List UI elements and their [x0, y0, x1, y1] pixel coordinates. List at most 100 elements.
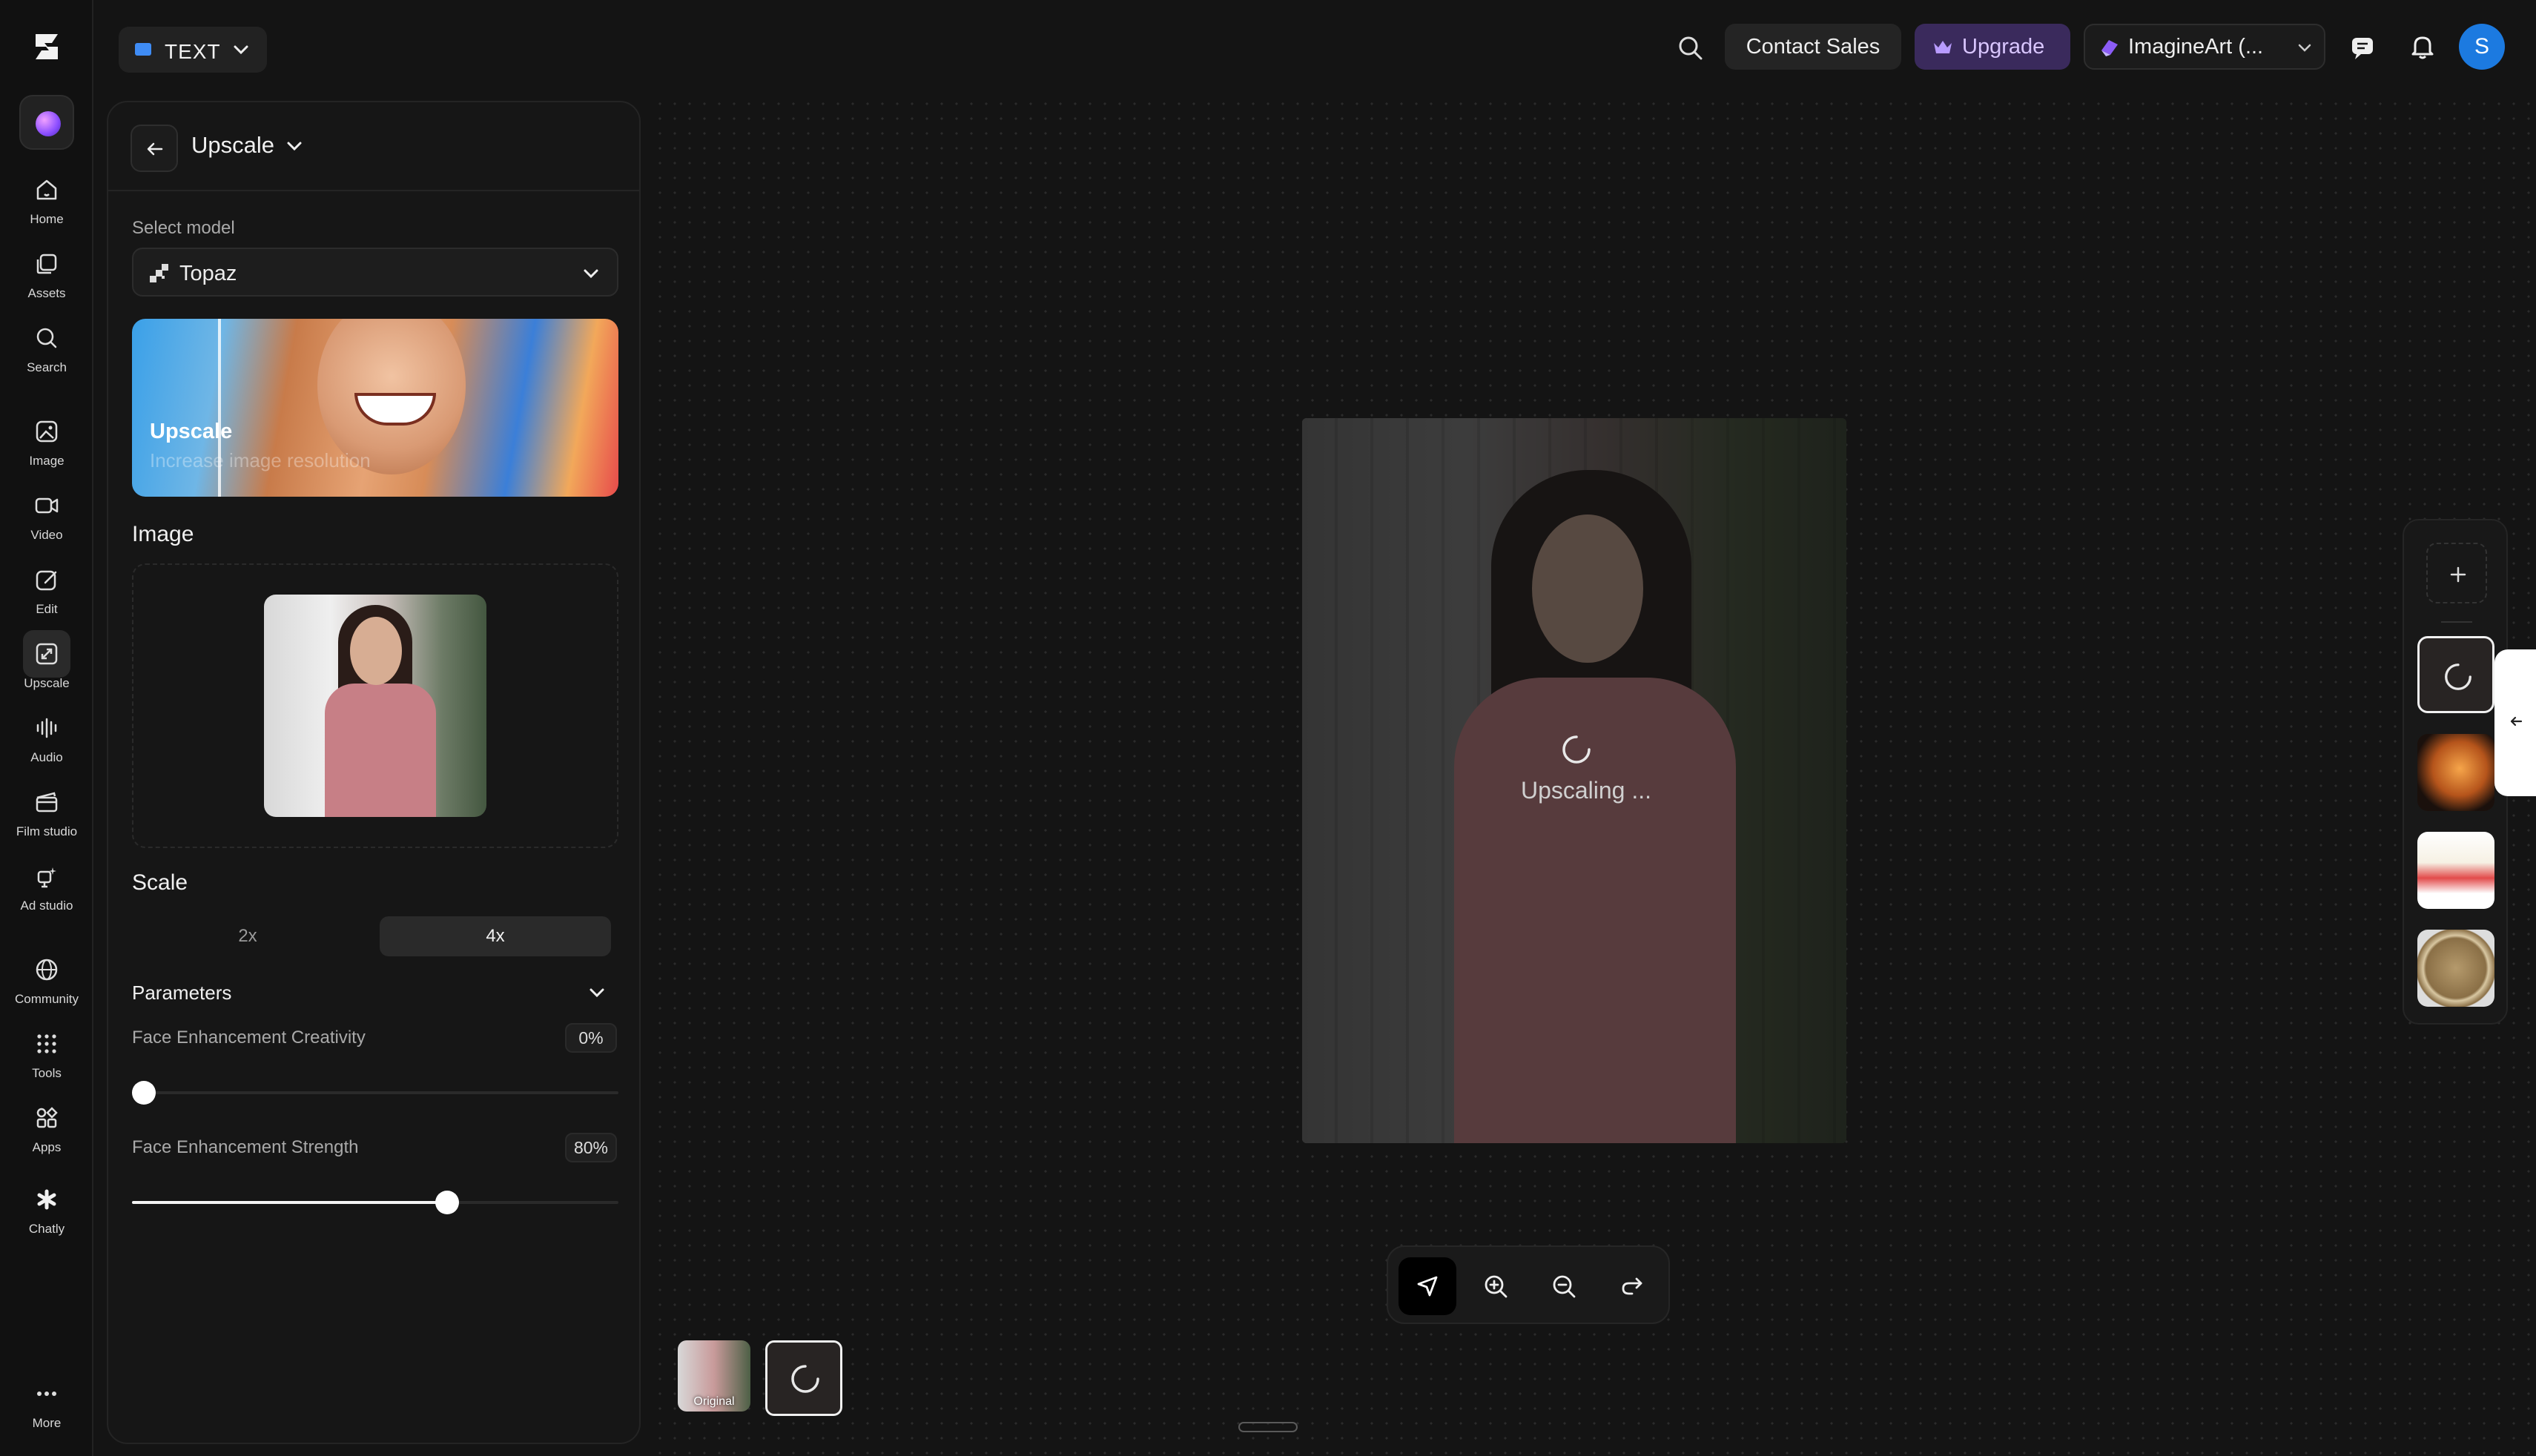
nav-item-apps[interactable]: Apps [0, 1103, 93, 1171]
chevron-down-icon [234, 45, 248, 55]
slider-fill [132, 1201, 447, 1204]
nav-item-video[interactable]: Video [0, 491, 93, 559]
apps-icon [36, 1107, 58, 1128]
upscale-panel: Upscale Select model Topaz Upscale Incre… [107, 101, 641, 1444]
loading-spinner-icon [1562, 735, 1591, 764]
nav-item-search[interactable]: Search [0, 323, 93, 391]
nav-item-edit[interactable]: Edit [0, 565, 93, 633]
nav-label: Audio [30, 750, 63, 764]
workspace-logo-icon [2101, 40, 2118, 56]
add-asset-button[interactable] [2426, 543, 2487, 603]
back-button[interactable] [131, 125, 178, 172]
nav-label: Upscale [24, 676, 70, 690]
upgrade-label: Upgrade [1962, 35, 2045, 59]
arrow-left-icon [2510, 716, 2523, 727]
history-thumb-original[interactable]: Original [678, 1340, 750, 1412]
nav-item-film-studio[interactable]: Film studio [0, 787, 93, 856]
user-avatar[interactable]: S [2459, 24, 2505, 70]
image-icon [36, 420, 58, 443]
left-nav: Home Assets Search Image Video Edit Upsc… [0, 0, 93, 1456]
scale-option-2x[interactable]: 2x [132, 916, 363, 956]
nav-item-home[interactable]: Home [0, 175, 93, 243]
rail-thumb-emblem[interactable] [2417, 930, 2494, 1007]
model-avatar-button[interactable] [19, 95, 74, 150]
chevron-down-icon [584, 269, 598, 279]
edit-icon [36, 570, 57, 591]
scale-label: Scale [132, 870, 188, 895]
parameters-label[interactable]: Parameters [132, 982, 231, 1005]
zoom-out-icon [1553, 1275, 1576, 1298]
nav-item-tools[interactable]: Tools [0, 1029, 93, 1097]
audio-icon [36, 718, 57, 738]
globe-icon [36, 959, 58, 981]
scale-option-4x[interactable]: 4x [380, 916, 611, 956]
nav-item-audio[interactable]: Audio [0, 713, 93, 781]
model-select[interactable]: Topaz [132, 248, 618, 297]
search-icon[interactable] [1674, 32, 1707, 64]
collapse-rail-tab[interactable] [2494, 649, 2536, 796]
nav-label: Image [29, 454, 65, 468]
input-image-thumbnail[interactable] [264, 595, 486, 817]
slider-value: 80% [565, 1133, 617, 1162]
arrow-left-icon [147, 142, 163, 156]
thumb-head [350, 617, 402, 685]
crown-icon [1934, 41, 1952, 53]
nav-item-chatly[interactable]: Chatly [0, 1185, 93, 1253]
zoom-in-icon [1485, 1275, 1508, 1298]
panel-title[interactable]: Upscale [191, 132, 274, 159]
upscale-banner: Upscale Increase image resolution [132, 319, 618, 497]
bell-icon[interactable] [2407, 31, 2438, 62]
project-selector[interactable]: TEXT [119, 27, 267, 73]
banner-title: Upscale [150, 420, 233, 443]
history-thumb-upscaling[interactable] [765, 1340, 842, 1416]
contact-sales-button[interactable]: Contact Sales [1725, 24, 1901, 70]
strength-slider[interactable] [132, 1191, 618, 1214]
nav-label: Assets [27, 286, 66, 300]
chevron-down-icon[interactable] [586, 982, 608, 1004]
zoom-in-button[interactable] [1467, 1257, 1525, 1315]
workspace-selector[interactable]: ImagineArt (... [2084, 24, 2325, 70]
chat-icon[interactable] [2348, 33, 2377, 62]
nav-label: Film studio [16, 824, 78, 838]
rail-thumb-upscaling[interactable] [2417, 636, 2494, 713]
nav-item-ad-studio[interactable]: Ad studio [0, 861, 93, 930]
select-model-label: Select model [132, 218, 235, 238]
select-tool-button[interactable] [1399, 1257, 1456, 1315]
redo-button[interactable] [1603, 1257, 1661, 1315]
app-logo-icon[interactable] [28, 28, 65, 65]
zoom-out-button[interactable] [1535, 1257, 1593, 1315]
video-icon [35, 497, 59, 514]
chevron-down-icon [2298, 44, 2311, 52]
main-image-preview[interactable]: Upscaling ... [1302, 418, 1846, 1143]
nav-label: Tools [32, 1066, 62, 1080]
rail-thumb-poster[interactable] [2417, 832, 2494, 909]
slider-knob[interactable] [132, 1081, 156, 1105]
bottom-drawer-handle[interactable] [1238, 1422, 1298, 1432]
plus-icon [2450, 566, 2466, 583]
nav-label: Edit [36, 602, 58, 616]
upgrade-button[interactable]: Upgrade [1915, 24, 2070, 70]
history-label: Original [693, 1395, 735, 1408]
rail-thumb-fire[interactable] [2417, 734, 2494, 811]
nav-item-assets[interactable]: Assets [0, 249, 93, 317]
image-dropzone[interactable] [132, 563, 618, 848]
creativity-slider[interactable] [132, 1081, 618, 1105]
ad-studio-icon [37, 867, 56, 888]
slider-label: Face Enhancement Creativity [132, 1028, 366, 1048]
chevron-down-icon[interactable] [283, 135, 306, 157]
thumb-body [325, 684, 436, 817]
upscaling-status: Upscaling ... [1520, 777, 1652, 804]
divider [2441, 621, 2472, 623]
nav-label: Ad studio [20, 899, 73, 913]
slider-label: Face Enhancement Strength [132, 1137, 359, 1157]
home-icon [36, 179, 57, 200]
orb-icon [36, 111, 61, 136]
film-studio-icon [36, 792, 58, 813]
nav-item-community[interactable]: Community [0, 955, 93, 1023]
nav-item-upscale[interactable]: Upscale [0, 630, 93, 707]
slider-knob[interactable] [435, 1191, 459, 1214]
nav-item-more[interactable]: More [0, 1379, 93, 1447]
nav-item-image[interactable]: Image [0, 417, 93, 485]
search-icon [36, 328, 57, 348]
topaz-logo-icon [150, 264, 168, 282]
